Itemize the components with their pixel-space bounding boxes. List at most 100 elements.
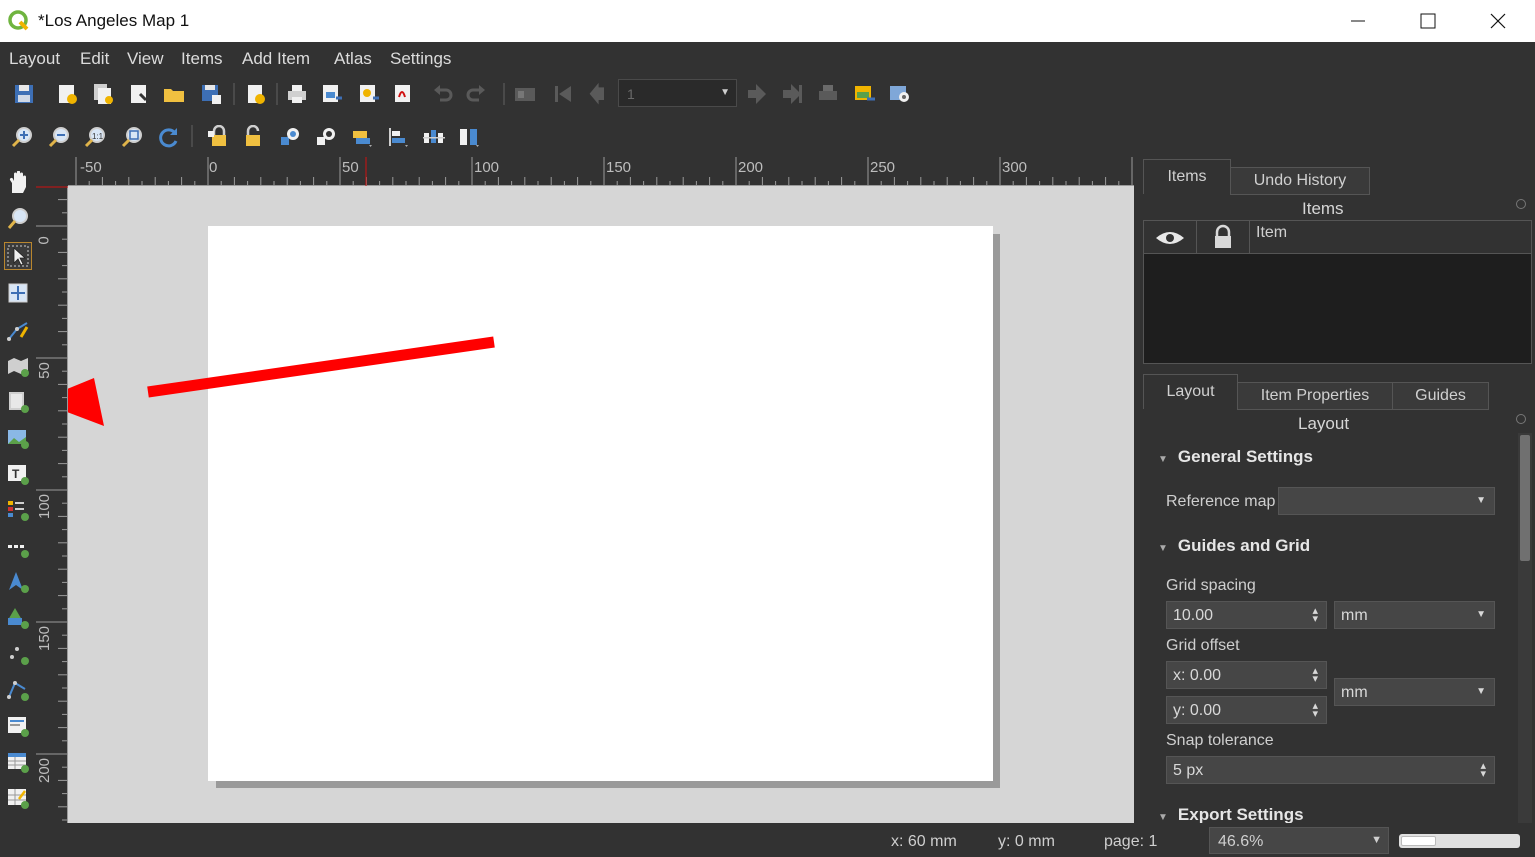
grid-offset-y-input[interactable]: y: 0.00 ▴ ▾ — [1166, 696, 1327, 724]
zoom-slider-handle[interactable] — [1401, 836, 1436, 846]
add-map-icon[interactable] — [5, 353, 31, 379]
pan-hand-icon[interactable] — [5, 171, 31, 197]
maximize-button[interactable] — [1393, 0, 1463, 42]
add-scalebar-icon[interactable] — [5, 534, 31, 560]
scrollbar-thumb[interactable] — [1520, 435, 1530, 561]
add-shape-icon[interactable] — [5, 605, 31, 631]
add-marker-icon[interactable] — [5, 641, 31, 667]
atlas-preview-icon[interactable] — [513, 82, 537, 106]
visibility-column[interactable] — [1144, 221, 1197, 254]
zoom-slider[interactable] — [1399, 834, 1520, 848]
align-items-icon[interactable] — [386, 125, 410, 149]
zoom-combo[interactable]: 46.6% ▼ — [1209, 827, 1389, 854]
refresh-icon[interactable] — [156, 125, 180, 149]
add-pages-icon[interactable] — [243, 82, 267, 106]
spinner-icon[interactable]: ▴ ▾ — [1312, 666, 1318, 685]
layout-panel-scrollbar[interactable] — [1518, 433, 1532, 823]
collapse-triangle-icon: ▼ — [1158, 812, 1168, 823]
grid-spacing-unit-select[interactable]: mm ▼ — [1334, 601, 1495, 629]
menu-edit[interactable]: Edit — [80, 49, 109, 69]
menu-items[interactable]: Items — [181, 49, 223, 69]
add-picture-icon[interactable] — [5, 425, 31, 451]
export-pdf-icon[interactable] — [392, 82, 416, 106]
next-feature-icon[interactable] — [744, 82, 768, 106]
duplicate-layout-icon[interactable] — [91, 82, 115, 106]
atlas-settings-icon[interactable] — [888, 82, 912, 106]
raise-items-icon[interactable] — [350, 125, 374, 149]
tab-layout[interactable]: Layout — [1143, 374, 1238, 409]
zoom-in-icon[interactable] — [10, 125, 34, 149]
ruler-label: 100 — [36, 493, 54, 520]
new-layout-icon[interactable] — [55, 82, 79, 106]
save-as-template-icon[interactable] — [199, 82, 223, 106]
undock-icon[interactable] — [1516, 414, 1526, 424]
grid-spacing-input[interactable]: 10.00 ▴ ▾ — [1166, 601, 1327, 629]
add-legend-icon[interactable] — [5, 497, 31, 523]
undo-icon[interactable] — [430, 82, 454, 106]
print-icon[interactable] — [285, 82, 309, 106]
lock-column[interactable] — [1197, 221, 1250, 254]
redo-icon[interactable] — [465, 82, 489, 106]
export-atlas-images-icon[interactable] — [853, 82, 877, 106]
save-icon[interactable] — [12, 82, 36, 106]
spinner-icon[interactable]: ▴ ▾ — [1312, 606, 1318, 625]
atlas-page-combo[interactable]: 1 ▼ — [618, 79, 737, 107]
menu-layout[interactable]: Layout — [9, 49, 60, 69]
add-node-item-icon[interactable] — [5, 677, 31, 703]
first-feature-icon[interactable] — [551, 82, 575, 106]
zoom-out-icon[interactable] — [47, 125, 71, 149]
tab-item-properties[interactable]: Item Properties — [1237, 382, 1393, 410]
export-svg-icon[interactable] — [357, 82, 381, 106]
last-feature-icon[interactable] — [780, 82, 804, 106]
snap-tolerance-input[interactable]: 5 px ▴ ▾ — [1166, 756, 1495, 784]
page-readout: page: 1 — [1104, 833, 1158, 850]
minimize-button[interactable] — [1323, 0, 1393, 42]
export-settings-header[interactable]: ▼ Export Settings — [1158, 805, 1304, 825]
grid-offset-unit-select[interactable]: mm ▼ — [1334, 678, 1495, 706]
ungroup-items-icon[interactable] — [314, 125, 338, 149]
edit-nodes-icon[interactable] — [5, 317, 31, 343]
close-button[interactable] — [1463, 0, 1533, 42]
chevron-down-icon: ▼ — [1476, 495, 1486, 506]
previous-feature-icon[interactable] — [586, 82, 610, 106]
tab-items[interactable]: Items — [1143, 159, 1231, 194]
group-items-icon[interactable] — [278, 125, 302, 149]
title-bar: *Los Angeles Map 1 — [0, 0, 1535, 42]
layout-manager-icon[interactable] — [127, 82, 151, 106]
print-atlas-icon[interactable] — [816, 82, 840, 106]
select-move-icon[interactable] — [4, 242, 32, 270]
spinner-icon[interactable]: ▴ ▾ — [1480, 761, 1486, 780]
move-content-icon[interactable] — [5, 280, 31, 306]
resize-items-icon[interactable] — [457, 125, 481, 149]
export-image-icon[interactable] — [320, 82, 344, 106]
undock-icon[interactable] — [1516, 199, 1526, 209]
item-column-header[interactable]: Item — [1256, 224, 1287, 242]
minimize-icon — [1351, 20, 1365, 22]
distribute-items-icon[interactable] — [422, 125, 446, 149]
menu-settings[interactable]: Settings — [390, 49, 451, 69]
zoom-actual-icon[interactable]: 1:1 — [83, 125, 107, 149]
menu-add-item[interactable]: Add Item — [242, 49, 310, 69]
add-north-arrow-icon[interactable] — [5, 569, 31, 595]
add-attribute-table-icon[interactable] — [5, 749, 31, 775]
unlock-items-icon[interactable] — [241, 125, 265, 149]
menu-atlas[interactable]: Atlas — [334, 49, 372, 69]
zoom-full-icon[interactable] — [120, 125, 144, 149]
add-3d-map-icon[interactable] — [5, 389, 31, 415]
guides-and-grid-header[interactable]: ▼ Guides and Grid — [1158, 536, 1310, 556]
add-label-icon[interactable]: T — [5, 461, 31, 487]
spinner-icon[interactable]: ▴ ▾ — [1312, 701, 1318, 720]
lock-items-icon[interactable] — [205, 125, 229, 149]
grid-offset-x-input[interactable]: x: 0.00 ▴ ▾ — [1166, 661, 1327, 689]
reference-map-select[interactable]: ▼ — [1278, 487, 1495, 515]
tab-guides[interactable]: Guides — [1392, 382, 1489, 410]
add-html-icon[interactable] — [5, 713, 31, 739]
add-fixed-table-icon[interactable] — [5, 785, 31, 811]
tab-undo-history[interactable]: Undo History — [1230, 167, 1370, 195]
general-settings-header[interactable]: ▼ General Settings — [1158, 447, 1313, 467]
layout-canvas[interactable] — [68, 186, 1134, 823]
menu-view[interactable]: View — [127, 49, 164, 69]
items-tree[interactable]: Item — [1143, 220, 1532, 364]
zoom-tool-icon[interactable] — [5, 206, 31, 232]
open-folder-icon[interactable] — [162, 82, 186, 106]
